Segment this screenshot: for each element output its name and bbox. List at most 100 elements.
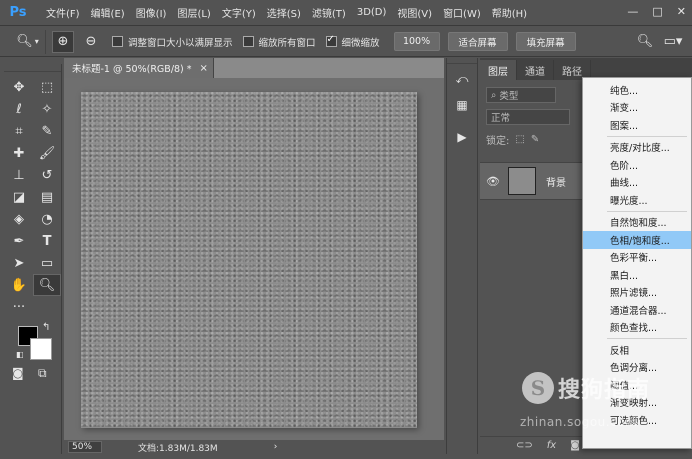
menu-item-vibrance[interactable]: 自然饱和度... xyxy=(583,214,691,232)
close-icon[interactable]: × xyxy=(200,63,208,74)
tab-channels[interactable]: 通道 xyxy=(517,60,554,80)
layer-filter-value: 类型 xyxy=(499,91,519,102)
crop-tool-icon[interactable]: ⌗ xyxy=(5,120,33,142)
status-menu-arrow[interactable]: › xyxy=(274,442,278,452)
menu-view[interactable]: 视图(V) xyxy=(397,5,432,20)
menu-filter[interactable]: 滤镜(T) xyxy=(312,5,346,20)
menu-image[interactable]: 图像(I) xyxy=(136,5,167,20)
zoom-out-button[interactable]: ⊖ xyxy=(80,31,102,53)
marquee-tool-icon[interactable]: ⬚ xyxy=(33,76,61,98)
document-area: 未标题-1 @ 50%(RGB/8) * × 50% 文档:1.83M/1.83… xyxy=(64,58,444,454)
blend-mode-select[interactable]: 正常 xyxy=(486,109,570,125)
menu-item-photo-filter[interactable]: 照片滤镜... xyxy=(583,284,691,302)
menu-separator xyxy=(607,135,687,137)
workspace-icon[interactable]: ▭▾ xyxy=(662,30,684,52)
tool-preset-picker[interactable]: 🔍︎ ▾ xyxy=(10,29,46,54)
menu-3d[interactable]: 3D(D) xyxy=(357,7,387,18)
pen-tool-icon[interactable]: ✒ xyxy=(5,230,33,252)
type-tool-icon[interactable]: T xyxy=(33,230,61,252)
brush-tool-icon[interactable]: 🖌︎ xyxy=(33,142,61,164)
rectangle-tool-icon[interactable]: ▭ xyxy=(33,252,61,274)
dodge-tool-icon[interactable]: ◔ xyxy=(33,208,61,230)
visibility-eye-icon[interactable]: 👁︎ xyxy=(480,175,506,188)
menu-item-curves[interactable]: 曲线... xyxy=(583,174,691,192)
default-colors-icon[interactable]: ◧ xyxy=(16,350,24,359)
zoom-level-field[interactable]: 50% xyxy=(68,441,102,453)
history-panel-icon[interactable]: ⤺ xyxy=(451,68,473,90)
menu-item-gradient[interactable]: 渐变... xyxy=(583,99,691,117)
document-tab[interactable]: 未标题-1 @ 50%(RGB/8) * × xyxy=(64,58,214,78)
scrubby-zoom-checkbox[interactable]: 细微缩放 xyxy=(325,34,380,49)
menu-item-black-white[interactable]: 黑白... xyxy=(583,266,691,284)
swap-colors-icon[interactable]: ↰ xyxy=(42,322,50,333)
magic-wand-tool-icon[interactable]: ✧ xyxy=(33,98,61,120)
tab-layers[interactable]: 图层 xyxy=(480,60,517,80)
menu-separator xyxy=(607,338,687,339)
menu-edit[interactable]: 编辑(E) xyxy=(91,5,125,20)
menu-item-pattern[interactable]: 图案... xyxy=(583,116,691,134)
lock-paint-icon[interactable]: ✎ xyxy=(531,134,539,145)
menu-layer[interactable]: 图层(L) xyxy=(177,5,210,20)
dock-grip[interactable] xyxy=(447,58,477,64)
zoom-in-button[interactable]: ⊕ xyxy=(52,30,74,53)
fx-icon[interactable]: fx xyxy=(547,440,556,451)
quick-mask-icon[interactable]: ◙ xyxy=(12,366,24,380)
menu-item-channel-mixer[interactable]: 通道混合器... xyxy=(583,301,691,319)
close-button[interactable]: ✕ xyxy=(677,5,686,18)
hand-tool-icon[interactable]: ✋ xyxy=(5,274,33,296)
path-selection-tool-icon[interactable]: ➤ xyxy=(5,252,33,274)
menu-item-color-lookup[interactable]: 颜色查找... xyxy=(583,319,691,337)
lasso-tool-icon[interactable]: ℓ xyxy=(5,98,33,120)
menu-bar: Ps 文件(F) 编辑(E) 图像(I) 图层(L) 文字(Y) 选择(S) 滤… xyxy=(0,0,692,26)
menu-item-levels[interactable]: 色阶... xyxy=(583,156,691,174)
menu-item-exposure[interactable]: 曝光度... xyxy=(583,191,691,209)
link-layers-icon[interactable]: ⊂⊃ xyxy=(516,440,533,451)
zoom-in-icon: ⊕ xyxy=(57,34,69,49)
add-mask-icon[interactable]: ◙ xyxy=(570,440,580,451)
menu-type[interactable]: 文字(Y) xyxy=(222,5,256,20)
clone-stamp-tool-icon[interactable]: ⊥ xyxy=(5,164,33,186)
menu-item-color-balance[interactable]: 色彩平衡... xyxy=(583,249,691,267)
properties-panel-icon[interactable]: ▦ xyxy=(451,94,473,116)
menu-item-brightness-contrast[interactable]: 亮度/对比度... xyxy=(583,139,691,157)
zoom-tool-icon[interactable]: 🔍︎ xyxy=(33,274,61,296)
resize-windows-checkbox[interactable]: 调整窗口大小以满屏显示 xyxy=(112,35,233,49)
blur-tool-icon[interactable]: ◈ xyxy=(5,208,33,230)
lock-pixels-icon[interactable]: ⬚ xyxy=(515,134,524,145)
options-bar: 🔍︎▾ ⊕ ⊖ 调整窗口大小以满屏显示 缩放所有窗口 细微缩放 100% 适合屏… xyxy=(0,27,692,57)
history-brush-tool-icon[interactable]: ↺ xyxy=(33,164,61,186)
eraser-tool-icon[interactable]: ◪ xyxy=(5,186,33,208)
checkbox-box xyxy=(325,34,337,47)
lock-label: 锁定: xyxy=(486,135,510,147)
move-tool-icon[interactable]: ✥ xyxy=(5,76,33,98)
minimize-button[interactable]: — xyxy=(627,5,638,18)
eyedropper-tool-icon[interactable]: ✎ xyxy=(33,120,61,142)
panel-dock: ⤺ ▦ ▶ xyxy=(446,58,478,454)
fill-screen-button[interactable]: 填充屏幕 xyxy=(515,32,576,51)
menu-item-solid-color[interactable]: 纯色... xyxy=(583,81,691,99)
menu-item-invert[interactable]: 反相 xyxy=(583,341,691,359)
zoom-100-button[interactable]: 100% xyxy=(393,32,440,51)
gradient-tool-icon[interactable]: ▤ xyxy=(33,186,61,208)
maximize-button[interactable]: □ xyxy=(652,5,662,18)
background-color-swatch[interactable] xyxy=(30,338,52,360)
menu-select[interactable]: 选择(S) xyxy=(267,5,301,20)
healing-brush-tool-icon[interactable]: ✚ xyxy=(5,142,33,164)
menu-item-hue-saturation[interactable]: 色相/饱和度... xyxy=(583,231,691,249)
canvas[interactable] xyxy=(81,92,417,428)
toolbox-grip[interactable] xyxy=(4,64,61,72)
watermark: S 搜狗指南 xyxy=(522,372,650,404)
layer-filter-select[interactable]: ⌕ 类型 xyxy=(486,87,556,103)
document-info: 文档:1.83M/1.83M xyxy=(138,443,218,454)
actions-play-icon[interactable]: ▶ xyxy=(451,126,473,148)
screen-mode-icon[interactable]: ⧉ xyxy=(38,366,47,381)
menu-help[interactable]: 帮助(H) xyxy=(492,5,527,20)
layer-name: 背景 xyxy=(546,177,566,189)
menu-window[interactable]: 窗口(W) xyxy=(443,5,481,20)
more-tools-icon[interactable]: ··· xyxy=(5,296,33,318)
search-icon[interactable]: 🔍︎ xyxy=(634,30,656,52)
zoom-out-icon: ⊖ xyxy=(85,34,97,49)
fit-screen-button[interactable]: 适合屏幕 xyxy=(447,32,508,51)
menu-file[interactable]: 文件(F) xyxy=(46,5,80,20)
zoom-all-windows-checkbox[interactable]: 缩放所有窗口 xyxy=(242,35,316,49)
